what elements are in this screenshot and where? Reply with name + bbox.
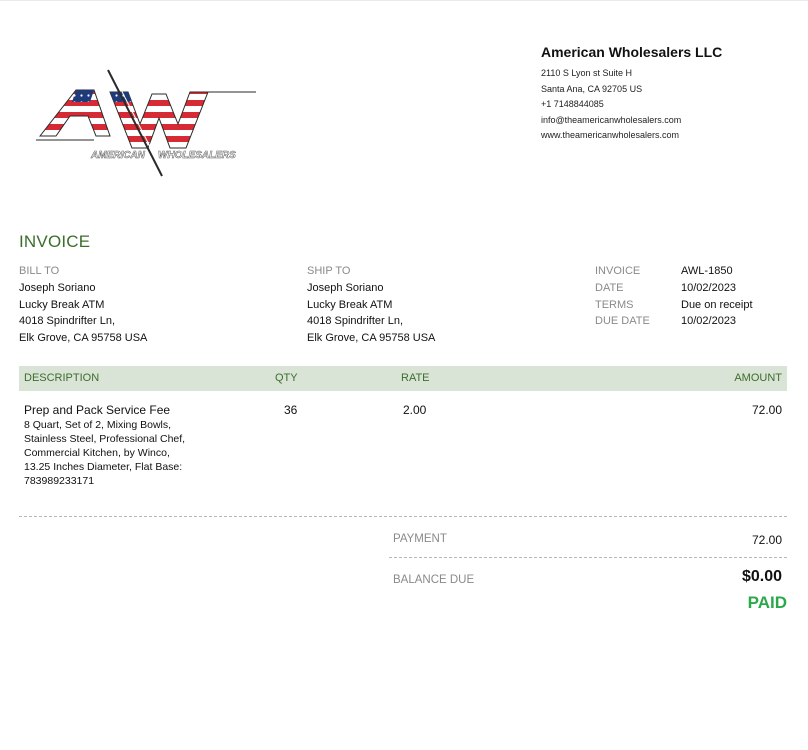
table-header: DESCRIPTION QTY RATE AMOUNT	[19, 366, 787, 391]
meta-key: DUE DATE	[595, 315, 650, 328]
company-address-2: Santa Ana, CA 92705 US	[541, 83, 643, 94]
balance-due-value: $0.00	[741, 568, 782, 585]
invoice-title: INVOICE	[19, 232, 91, 251]
item-rate: 2.00	[403, 403, 427, 417]
header-amount: AMOUNT	[734, 372, 782, 384]
ship-to-line: Elk Grove, CA 95758 USA	[307, 332, 436, 345]
ship-to-line: Joseph Soriano	[307, 281, 384, 294]
bill-to-line: Lucky Break ATM	[19, 298, 105, 311]
payment-label: PAYMENT	[393, 533, 447, 545]
meta-row-invoice: INVOICE AWL-1850	[595, 263, 753, 280]
ship-to-label: SHIP TO	[307, 265, 351, 277]
item-description: 8 Quart, Set of 2, Mixing Bowls, Stainle…	[24, 419, 186, 487]
meta-key: INVOICE	[595, 265, 641, 277]
meta-value: Due on receipt	[681, 298, 753, 311]
company-email: info@theamericanwholesalers.com	[541, 114, 682, 125]
meta-key: TERMS	[595, 298, 634, 311]
bill-to-line: Joseph Soriano	[19, 281, 96, 294]
logo-caption-right: WHOLESALERS	[158, 150, 236, 161]
top-border	[0, 0, 808, 1]
meta-value: 10/02/2023	[681, 315, 737, 328]
company-address-1: 2110 S Lyon st Suite H	[541, 68, 633, 78]
items-divider	[19, 516, 787, 517]
header-rate: RATE	[401, 372, 430, 384]
item-amount: 72.00	[751, 403, 782, 417]
meta-value: 10/02/2023	[681, 281, 737, 294]
paid-status: PAID	[747, 593, 787, 612]
bill-to-block: BILL TO Joseph Soriano Lucky Break ATM 4…	[19, 263, 147, 347]
company-name: American Wholesalers LLC	[541, 44, 723, 60]
logo-caption-left: AMERICAN	[90, 150, 146, 161]
company-logo: AMERICAN WHOLESALERS	[36, 64, 261, 182]
ship-to-line: Lucky Break ATM	[307, 298, 393, 311]
ship-to-line: 4018 Spindrifter Ln,	[307, 315, 404, 328]
header-description: DESCRIPTION	[24, 372, 100, 384]
company-info: American Wholesalers LLC 2110 S Lyon st …	[541, 44, 722, 144]
meta-row-date: DATE 10/02/2023	[595, 280, 753, 297]
company-phone: +1 7148844085	[541, 99, 604, 109]
bill-to-line: Elk Grove, CA 95758 USA	[19, 332, 148, 345]
totals-divider	[389, 557, 787, 558]
invoice-meta: INVOICE AWL-1850 DATE 10/02/2023 TERMS D…	[595, 263, 753, 330]
item-name: Prep and Pack Service Fee	[24, 403, 171, 417]
meta-value: AWL-1850	[681, 265, 733, 277]
header-qty: QTY	[275, 372, 298, 384]
ship-to-block: SHIP TO Joseph Soriano Lucky Break ATM 4…	[307, 263, 435, 347]
meta-key: DATE	[595, 281, 624, 294]
bill-to-label: BILL TO	[19, 265, 60, 277]
payment-value: 72.00	[751, 533, 782, 547]
meta-row-due-date: DUE DATE 10/02/2023	[595, 313, 753, 330]
balance-due-label: BALANCE DUE	[393, 574, 475, 586]
bill-to-line: 4018 Spindrifter Ln,	[19, 315, 116, 328]
company-website: www.theamericanwholesalers.com	[541, 130, 680, 140]
item-qty: 36	[284, 403, 298, 417]
meta-row-terms: TERMS Due on receipt	[595, 297, 753, 314]
